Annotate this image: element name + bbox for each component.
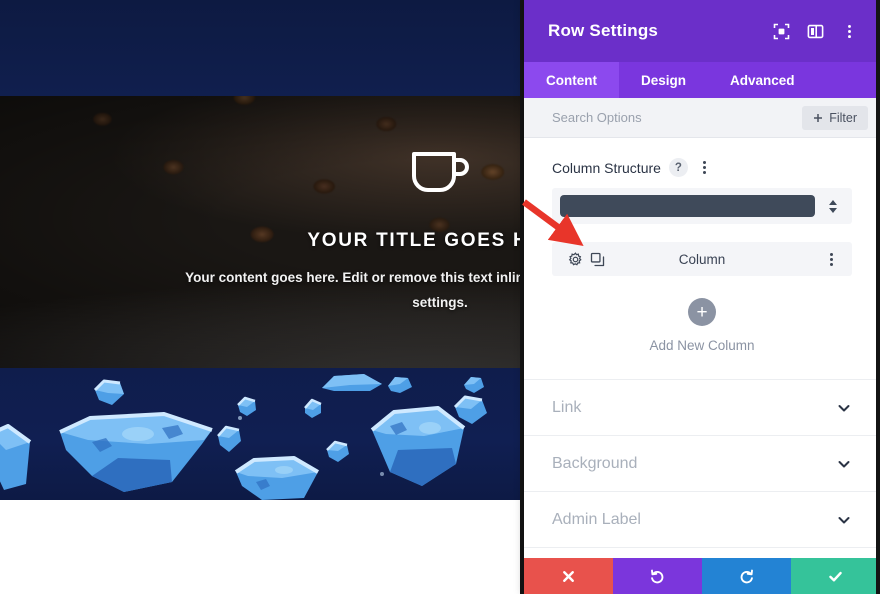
structure-preview-bar [560,195,815,217]
filter-button[interactable]: Filter [802,105,868,130]
column-list-item[interactable]: Column [552,242,852,276]
redo-icon [740,569,753,583]
column-duplicate-icon[interactable] [586,248,608,270]
column-structure-section: Column Structure ? [524,138,880,224]
ice-shard [0,424,34,494]
search-input[interactable] [552,110,803,125]
accordion-background[interactable]: Background [524,435,880,491]
x-icon [563,570,574,582]
accordion-admin-label-label: Admin Label [552,510,641,528]
ice-shard [325,440,351,464]
accordion-link-label: Link [552,398,582,416]
column-structure-kebab-menu-icon[interactable] [696,158,714,177]
chevron-down-icon [838,404,850,411]
ice-sparkle [238,416,242,420]
question-mark-icon[interactable]: ? [668,158,688,177]
panel-title: Row Settings [548,21,659,40]
ice-shard [462,374,486,394]
ice-shard [320,372,384,392]
panel-right-edge [876,0,880,594]
undo-button[interactable] [613,558,702,594]
search-options-bar: Filter [524,98,880,138]
panel-tabs: Content Design Advanced [524,62,880,98]
undo-icon [651,569,664,583]
tab-design[interactable]: Design [619,62,708,98]
coffee-cup-icon [412,152,469,193]
check-icon [829,571,842,581]
ice-shard [452,394,490,426]
cancel-button[interactable] [524,558,613,594]
filter-button-label: Filter [829,110,857,125]
focus-target-icon[interactable] [766,16,796,46]
accordion-background-label: Background [552,454,638,472]
panel-body[interactable]: Column Structure ? Column + Add New Colu… [524,138,880,594]
plus-icon: + [688,298,716,326]
spinner-updown-icon[interactable] [822,195,844,217]
redo-button[interactable] [702,558,791,594]
save-button[interactable] [791,558,880,594]
add-new-column-label: Add New Column [649,338,755,353]
column-item-kebab-menu-icon[interactable] [822,250,840,269]
ice-shard [92,378,126,408]
ice-shard [302,398,324,420]
column-structure-selector[interactable] [552,188,852,224]
ice-shard [215,424,243,454]
layout-split-icon[interactable] [800,16,830,46]
ice-shard [236,396,258,418]
accordion-admin-label[interactable]: Admin Label [524,491,880,547]
chevron-down-icon [838,516,850,523]
accordion-link[interactable]: Link [524,379,880,435]
ice-crystal [232,454,322,500]
column-settings-gear-icon[interactable] [564,248,586,270]
ice-shard [386,374,414,394]
column-structure-label: Column Structure [552,159,661,176]
column-list: Column [524,242,880,276]
row-settings-panel: Row Settings Content Design Advanced Sea… [524,0,880,594]
kebab-menu-icon[interactable] [834,16,864,46]
ice-crystal [52,410,222,496]
ice-sparkle [380,472,384,476]
tab-advanced[interactable]: Advanced [708,62,817,98]
add-new-column-button[interactable]: + Add New Column [524,276,880,379]
plus-icon [814,113,823,122]
panel-action-bar [524,558,880,594]
chevron-down-icon [838,460,850,467]
panel-header: Row Settings [524,0,880,62]
tab-content[interactable]: Content [524,62,619,98]
